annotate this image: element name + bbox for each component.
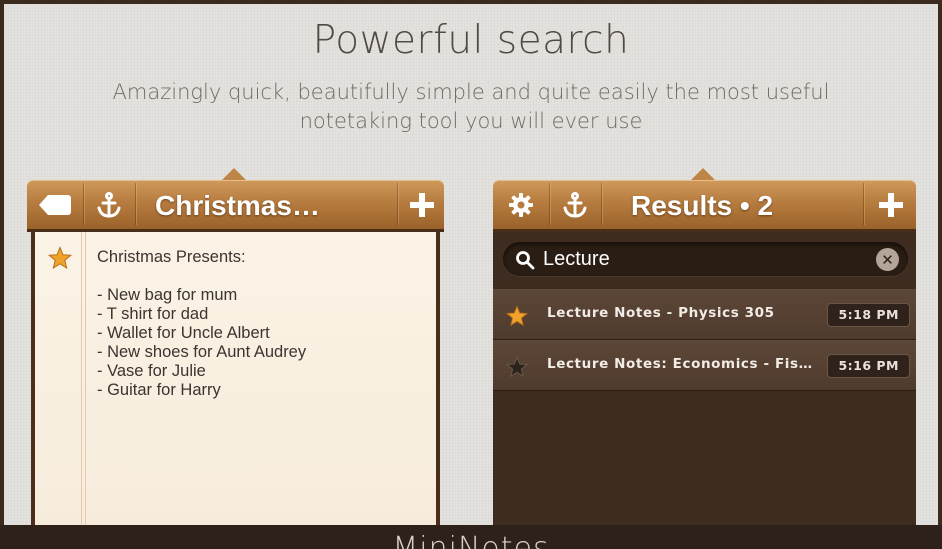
note-blank-line	[97, 267, 427, 286]
note-line: Christmas Presents:	[97, 248, 246, 266]
results-toolbar: Results • 2	[493, 180, 916, 232]
promo-frame: Powerful search Amazingly quick, beautif…	[4, 4, 938, 525]
result-row[interactable]: Lecture Notes - Physics 305 5:18 PM	[493, 289, 916, 340]
note-body[interactable]: Christmas Presents: - New bag for mum - …	[31, 232, 440, 525]
back-tag-icon[interactable]	[35, 180, 75, 230]
note-line: - Wallet for Uncle Albert	[97, 324, 270, 342]
favorite-star-icon[interactable]	[47, 246, 73, 274]
plus-icon	[410, 193, 434, 217]
search-field[interactable]: ✕	[503, 242, 908, 276]
margin-line	[85, 232, 86, 525]
note-line: - New bag for mum	[97, 286, 238, 304]
toolbar-divider	[601, 183, 602, 225]
result-row[interactable]: Lecture Notes: Economics - Fiscal… 5:16 …	[493, 340, 916, 391]
note-title: Christmas…	[155, 190, 320, 221]
favorite-star-icon[interactable]	[505, 305, 529, 331]
subheadline-line-1: Amazingly quick, beautifully simple and …	[112, 80, 830, 104]
search-icon	[515, 250, 535, 274]
toolbar-divider	[135, 183, 136, 225]
gear-icon[interactable]	[499, 180, 543, 230]
result-time: 5:16 PM	[827, 354, 910, 378]
results-body: ✕ Lecture Notes - Physics 305 5:18 PM Le	[493, 232, 916, 525]
add-note-button[interactable]	[401, 180, 443, 230]
anchor-icon[interactable]	[553, 180, 597, 230]
subheadline: Amazingly quick, beautifully simple and …	[104, 78, 838, 136]
plus-icon	[879, 193, 903, 217]
note-panel: Christmas… Christmas Presents: - New bag	[27, 168, 444, 525]
margin-line	[81, 232, 82, 525]
note-content[interactable]: Christmas Presents: - New bag for mum - …	[97, 248, 427, 400]
star-outline-icon[interactable]	[505, 356, 529, 382]
toolbar-divider	[83, 183, 84, 225]
note-line: - Vase for Julie	[97, 362, 206, 380]
add-note-button[interactable]	[869, 180, 913, 230]
footer-brand: MiniNotes	[0, 534, 942, 549]
search-input[interactable]	[543, 246, 863, 272]
headline: Powerful search	[312, 18, 630, 63]
toolbar-divider	[549, 183, 550, 225]
results-title: Results • 2	[631, 190, 774, 221]
result-title: Lecture Notes - Physics 305	[547, 305, 775, 321]
note-line: - T shirt for dad	[97, 305, 209, 323]
subheadline-line-2: notetaking tool you will ever use	[299, 109, 643, 133]
results-panel: Results • 2 ✕	[493, 168, 916, 525]
note-line: - New shoes for Aunt Audrey	[97, 343, 307, 361]
note-toolbar: Christmas…	[27, 180, 444, 232]
result-title: Lecture Notes: Economics - Fiscal…	[547, 356, 819, 372]
anchor-icon[interactable]	[87, 180, 131, 230]
note-line: - Guitar for Harry	[97, 381, 221, 399]
toolbar-divider	[397, 183, 398, 225]
clear-icon[interactable]: ✕	[876, 248, 899, 271]
toolbar-divider	[863, 183, 864, 225]
result-time: 5:18 PM	[827, 303, 910, 327]
